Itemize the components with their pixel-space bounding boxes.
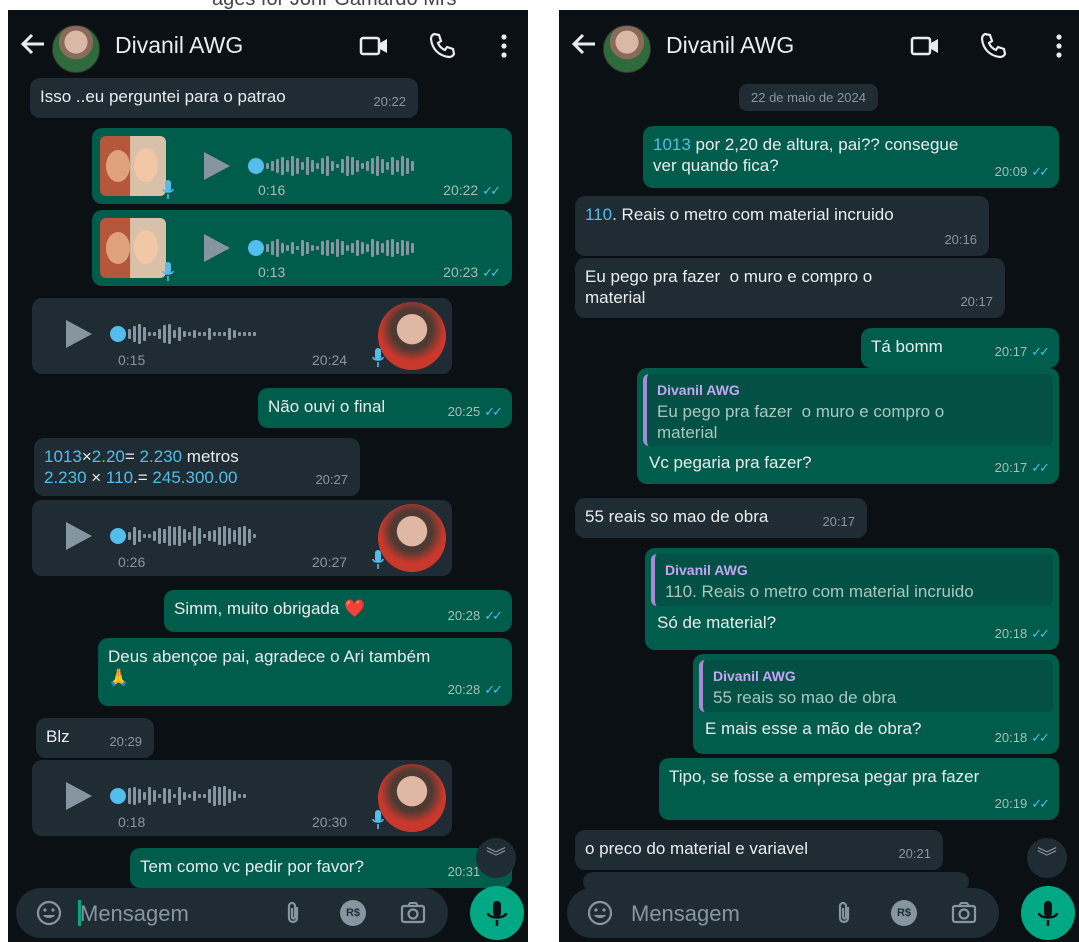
- message-outgoing[interactable]: 1013 por 2,20 de altura, pai?? consegue …: [643, 126, 1059, 188]
- playback-position[interactable]: [248, 158, 264, 174]
- playback-position[interactable]: [110, 326, 126, 342]
- microphone-icon: [162, 262, 174, 281]
- more-vertical-icon[interactable]: [1043, 30, 1075, 62]
- contact-avatar[interactable]: [603, 25, 651, 73]
- message-outgoing[interactable]: Deus abençoe pai, agradece o Ari também …: [98, 638, 512, 706]
- message-composer[interactable]: Mensagem R$: [16, 888, 448, 938]
- contact-name[interactable]: Divanil AWG: [666, 32, 794, 59]
- reply-message-outgoing[interactable]: Divanil AWG Eu pego pra fazer o muro e c…: [637, 368, 1059, 484]
- play-icon[interactable]: [204, 152, 230, 180]
- waveform: [128, 785, 246, 807]
- message-incoming[interactable]: 110. Reais o metro com material incruido…: [575, 196, 989, 256]
- play-icon[interactable]: [66, 782, 92, 810]
- message-input[interactable]: Mensagem: [631, 901, 740, 927]
- microphone-icon: [372, 550, 384, 569]
- playback-position[interactable]: [110, 528, 126, 544]
- message-incoming[interactable]: 55 reais so mao de obra 20:17: [575, 498, 867, 538]
- chat-screen-right: Divanil AWG 22 de maio de 2024 1013 por …: [559, 10, 1079, 942]
- message-composer[interactable]: Mensagem R$: [567, 888, 999, 938]
- waveform: [128, 323, 256, 345]
- microphone-icon[interactable]: [470, 886, 524, 940]
- sender-avatar: [378, 764, 446, 832]
- emoji-icon[interactable]: [36, 900, 62, 926]
- cropped-caption: ages for Johr Gamardo Mrs: [0, 0, 1079, 10]
- contact-avatar[interactable]: [52, 25, 100, 73]
- microphone-icon[interactable]: [1021, 886, 1075, 940]
- reply-message-outgoing[interactable]: Divanil AWG 55 reais so mao de obra E ma…: [693, 654, 1059, 754]
- quoted-message[interactable]: Divanil AWG 110. Reais o metro com mater…: [651, 554, 1053, 606]
- message-incoming[interactable]: Blz 20:29: [36, 718, 154, 758]
- read-receipt-icon: ✓✓: [482, 265, 501, 280]
- read-receipt-icon: ✓✓: [1031, 460, 1050, 475]
- sender-avatar: [378, 302, 446, 370]
- sender-avatar: [100, 218, 166, 278]
- quoted-message[interactable]: Divanil AWG Eu pego pra fazer o muro e c…: [643, 374, 1053, 446]
- message-outgoing[interactable]: Tem como vc pedir por favor? 20:31✓✓: [130, 848, 512, 888]
- message-outgoing[interactable]: Simm, muito obrigada ❤️ 20:28 ✓✓: [164, 590, 512, 632]
- message-outgoing[interactable]: Tipo, se fosse a empresa pegar pra fazer…: [659, 758, 1059, 820]
- voice-message-incoming[interactable]: 0:18 20:30: [32, 760, 452, 836]
- chat-header: Divanil AWG: [559, 10, 1079, 84]
- waveform: [266, 155, 414, 177]
- read-receipt-icon: ✓✓: [484, 608, 503, 623]
- payment-icon[interactable]: R$: [891, 900, 917, 926]
- message-input[interactable]: Mensagem: [80, 901, 189, 927]
- video-camera-icon[interactable]: [909, 30, 941, 62]
- sender-avatar: [100, 136, 166, 196]
- play-icon[interactable]: [66, 320, 92, 348]
- message-outgoing[interactable]: Não ouvi o final 20:25 ✓✓: [258, 388, 512, 428]
- microphone-icon: [162, 180, 174, 199]
- chat-header: Divanil AWG: [8, 10, 528, 84]
- read-receipt-icon: ✓✓: [1031, 796, 1050, 811]
- camera-icon[interactable]: [400, 900, 426, 926]
- message-incoming[interactable]: Isso ..eu perguntei para o patrao 20:22: [30, 78, 418, 118]
- arrow-left-icon[interactable]: [569, 29, 599, 59]
- read-receipt-icon: ✓✓: [484, 404, 503, 419]
- voice-message-outgoing[interactable]: 0:13 20:23 ✓✓: [92, 210, 512, 286]
- voice-message-outgoing[interactable]: 0:16 20:22 ✓✓: [92, 128, 512, 204]
- message-incoming[interactable]: 1013×2.20= 2.230 metros 2.230 × 110.= 24…: [34, 438, 360, 496]
- reply-message-outgoing[interactable]: Divanil AWG 110. Reais o metro com mater…: [645, 548, 1059, 650]
- read-receipt-icon: ✓✓: [484, 682, 503, 697]
- read-receipt-icon: ✓✓: [1031, 344, 1050, 359]
- phone-icon[interactable]: [977, 30, 1009, 62]
- playback-position[interactable]: [248, 240, 264, 256]
- chevrons-down-icon[interactable]: ︾: [476, 838, 516, 878]
- read-receipt-icon: ✓✓: [482, 183, 501, 198]
- chat-screen-left: Divanil AWG Isso ..eu perguntei para o p…: [8, 10, 528, 942]
- waveform: [128, 525, 256, 547]
- playback-position[interactable]: [110, 788, 126, 804]
- read-receipt-icon: ✓✓: [1031, 164, 1050, 179]
- video-camera-icon[interactable]: [358, 30, 390, 62]
- phone-icon[interactable]: [426, 30, 458, 62]
- play-icon[interactable]: [204, 234, 230, 262]
- voice-message-incoming[interactable]: 0:15 20:24: [32, 298, 452, 374]
- message-outgoing[interactable]: Tá bomm 20:17 ✓✓: [861, 328, 1059, 368]
- microphone-icon: [372, 348, 384, 367]
- camera-icon[interactable]: [951, 900, 977, 926]
- emoji-icon[interactable]: [587, 900, 613, 926]
- waveform: [266, 237, 414, 259]
- read-receipt-icon: ✓✓: [1031, 626, 1050, 641]
- sender-avatar: [378, 504, 446, 572]
- payment-icon[interactable]: R$: [340, 900, 366, 926]
- message-incoming[interactable]: Eu pego pra fazer o muro e compro o mate…: [575, 258, 1005, 318]
- more-vertical-icon[interactable]: [488, 30, 520, 62]
- read-receipt-icon: ✓✓: [1031, 730, 1050, 745]
- microphone-icon: [372, 810, 384, 829]
- paperclip-icon[interactable]: [831, 900, 857, 926]
- chevrons-down-icon[interactable]: ︾: [1027, 838, 1067, 878]
- contact-name[interactable]: Divanil AWG: [115, 32, 243, 59]
- paperclip-icon[interactable]: [280, 900, 306, 926]
- message-incoming[interactable]: o preco do material e variavel 20:21: [575, 830, 943, 870]
- quoted-message[interactable]: Divanil AWG 55 reais so mao de obra: [699, 660, 1053, 712]
- date-chip: 22 de maio de 2024: [739, 84, 878, 111]
- screenshot: ages for Johr Gamardo Mrs Divanil AWG Is…: [0, 0, 1079, 942]
- voice-message-incoming[interactable]: 0:26 20:27: [32, 500, 452, 576]
- arrow-left-icon[interactable]: [18, 29, 48, 59]
- play-icon[interactable]: [66, 522, 92, 550]
